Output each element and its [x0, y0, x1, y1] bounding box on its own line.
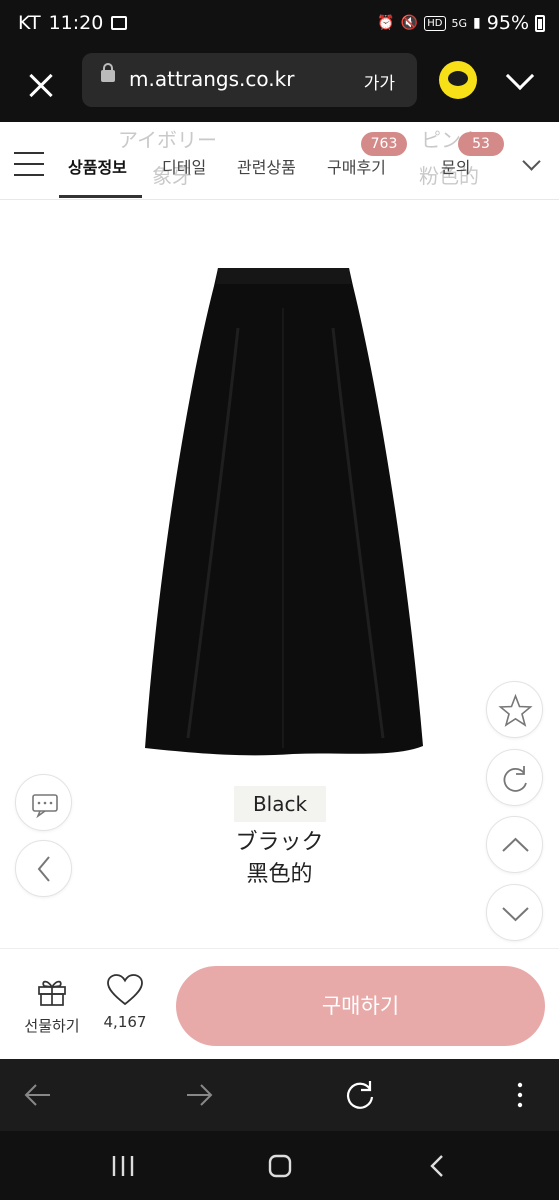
- active-tab-indicator: [59, 195, 142, 198]
- color-name-jp: ブラック: [235, 830, 324, 855]
- alarm-icon: ⏰: [377, 15, 395, 31]
- forward-arrow-icon[interactable]: [183, 1077, 215, 1113]
- reload-icon[interactable]: [344, 1077, 376, 1113]
- purchase-bar: 선물하기 4,167 구매하기: [0, 948, 559, 1059]
- back-button[interactable]: [15, 840, 72, 897]
- refresh-icon: [503, 766, 527, 792]
- mute-icon: 🔇: [400, 15, 419, 31]
- clock: 11:20: [48, 12, 104, 34]
- browser-nav-bar: [0, 1059, 559, 1131]
- tab-detail[interactable]: 디테일: [162, 154, 206, 178]
- review-count-badge: 763: [361, 132, 407, 156]
- lock-icon: [101, 63, 115, 82]
- chevron-down-icon: [502, 907, 529, 922]
- signal-icon: ▮: [473, 15, 481, 31]
- battery-percent: 95%: [486, 12, 529, 34]
- chevron-up-icon: [502, 837, 529, 852]
- ghost-text-ivory-jp: アイボリー: [118, 128, 217, 152]
- qna-count-badge: 53: [458, 132, 504, 156]
- back-arrow-icon[interactable]: [22, 1077, 54, 1113]
- more-options-icon[interactable]: [508, 1077, 532, 1113]
- system-nav-bar: [0, 1131, 559, 1200]
- text-size-button[interactable]: 가가: [364, 69, 395, 94]
- tab-product-info[interactable]: 상품정보: [68, 154, 127, 178]
- skirt-image: [145, 268, 423, 756]
- system-back-icon[interactable]: [425, 1153, 451, 1179]
- gift-button[interactable]: 선물하기: [14, 975, 90, 1039]
- like-count: 4,167: [103, 1013, 147, 1031]
- gift-icon: [38, 980, 66, 1006]
- tab-reviews[interactable]: 구매후기: [327, 154, 386, 178]
- menu-icon[interactable]: [14, 152, 44, 182]
- browser-toolbar: m.attrangs.co.kr 가가: [0, 50, 559, 122]
- close-icon[interactable]: [22, 67, 60, 105]
- tab-related[interactable]: 관련상품: [237, 154, 296, 178]
- status-left: KT 11:20: [18, 12, 128, 34]
- gallery-notification-icon: [111, 16, 128, 30]
- buy-button[interactable]: 구매하기: [176, 966, 545, 1046]
- chat-button[interactable]: [15, 774, 72, 831]
- carrier-label: KT: [18, 12, 41, 34]
- color-name-en: Black: [234, 786, 326, 822]
- hd-icon: HD: [424, 15, 446, 31]
- chevron-down-icon[interactable]: [523, 155, 539, 171]
- battery-icon: [535, 14, 545, 32]
- chevron-down-icon[interactable]: [505, 66, 533, 94]
- address-bar[interactable]: m.attrangs.co.kr 가가: [82, 53, 417, 107]
- scroll-bottom-button[interactable]: [486, 884, 543, 941]
- product-tab-bar: アイボリー 象牙 ピンク 粉色的 상품정보 디테일 관련상품 구매후기 문의 7…: [0, 122, 559, 200]
- refresh-button[interactable]: [486, 749, 543, 806]
- status-right: ⏰ 🔇 HD 5G ▮ 95%: [377, 12, 545, 34]
- star-icon: [498, 693, 533, 727]
- chevron-left-icon: [37, 856, 50, 882]
- recent-apps-icon[interactable]: [110, 1153, 136, 1179]
- product-image-area: Black ブラック 黑色的: [0, 200, 559, 948]
- status-bar: KT 11:20 ⏰ 🔇 HD 5G ▮ 95%: [0, 0, 559, 50]
- heart-icon: [107, 974, 143, 1006]
- network-5g-icon: 5G: [451, 16, 468, 30]
- gift-label: 선물하기: [24, 1017, 80, 1035]
- tab-qna[interactable]: 문의: [441, 154, 470, 178]
- chat-icon: [32, 794, 58, 819]
- wishlist-star-button[interactable]: [486, 681, 543, 738]
- kakao-talk-icon[interactable]: [439, 61, 477, 99]
- like-button[interactable]: 4,167: [100, 973, 150, 1039]
- scroll-top-button[interactable]: [486, 816, 543, 873]
- color-name-cn: 黑色的: [246, 862, 313, 887]
- url-text: m.attrangs.co.kr: [129, 67, 295, 91]
- home-icon[interactable]: [267, 1153, 293, 1179]
